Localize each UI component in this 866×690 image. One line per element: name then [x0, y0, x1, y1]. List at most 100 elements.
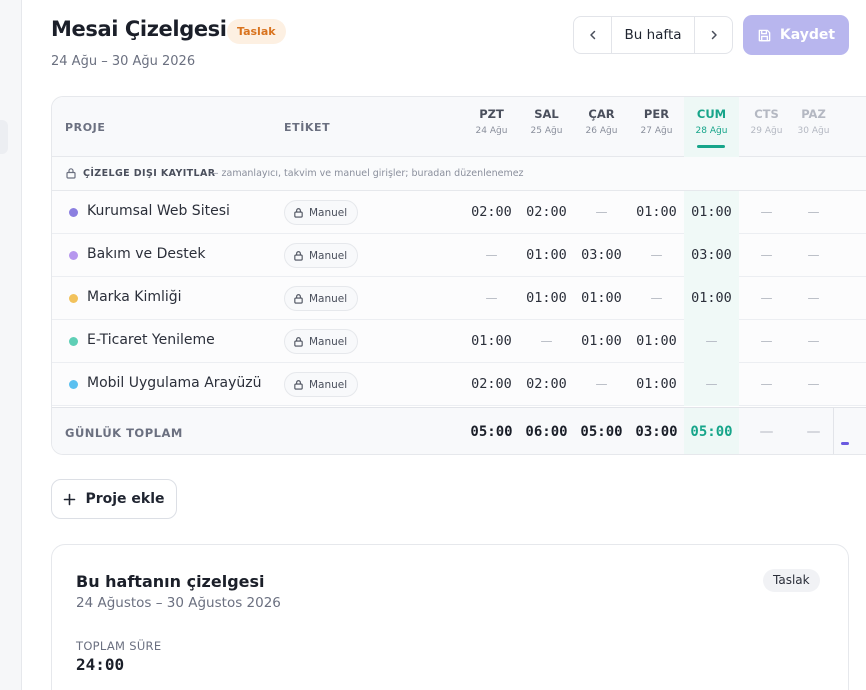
today-indicator [697, 145, 725, 148]
hours-cell: 01:00 [684, 191, 739, 234]
total-duration-value: 24:00 [76, 655, 125, 674]
save-button[interactable]: Kaydet [743, 15, 849, 55]
tag-chip: Manuel [284, 243, 359, 268]
table-row: Marka Kimliği Manuel —01:00 01:00—01:00— — [52, 277, 866, 320]
lock-icon [294, 208, 303, 218]
day-header[interactable]: SAL 25 Ağu [519, 97, 574, 157]
day-date: 28 Ağu [695, 126, 728, 136]
daily-total-cell: 06:00 [525, 424, 568, 440]
hours-cell: 01:00 [636, 204, 677, 220]
hours-cell: 01:00 [581, 333, 622, 349]
lock-icon [294, 294, 303, 304]
external-entries-section: ÇİZELGE DIŞI KAYITLAR — zamanlayıcı, tak… [52, 157, 866, 191]
table-row: Bakım ve Destek Manuel —01:00 03:00—03:00— — [52, 234, 866, 277]
lock-icon [66, 168, 76, 179]
day-name: ÇAR [588, 107, 615, 121]
chevron-right-icon [711, 30, 717, 40]
hours-cell: 02:00 [471, 376, 512, 392]
summary-title: Bu haftanın çizelgesi [76, 572, 265, 591]
hours-cell: 01:00 [526, 290, 567, 306]
add-project-button[interactable]: Proje ekle [51, 479, 177, 519]
table-row: E-Ticaret Yenileme Manuel 01:00 — 01:00 01:00… [52, 320, 866, 363]
hours-cell: 01:00 [684, 277, 739, 320]
tag-label: Manuel [309, 206, 348, 219]
project-color-dot [69, 208, 78, 217]
week-summary-card: Bu haftanın çizelgesi 24 Ağustos – 30 Ağ… [51, 544, 849, 690]
chevron-left-icon [589, 30, 595, 40]
day-name: SAL [534, 107, 559, 121]
day-header[interactable]: CUM 28 Ağu [684, 97, 739, 157]
project-name: Mobil Uygulama Arayüzü [87, 375, 262, 391]
day-date: 24 Ağu [475, 126, 508, 136]
hours-cell: 01:00 [471, 333, 512, 349]
hours-cell: — [807, 248, 820, 262]
scrollbar-thumb[interactable] [841, 442, 849, 445]
hours-cell: — [807, 291, 820, 305]
table-row: Kurumsal Web Sitesi Manuel 02:00 02:00 — 01:0… [52, 191, 866, 234]
project-color-dot [69, 251, 78, 260]
day-date: 25 Ağu [530, 126, 563, 136]
lock-icon [294, 380, 303, 390]
hours-cell: — [807, 334, 820, 348]
hours-cell: — [595, 205, 608, 219]
table-header: PROJE ETİKET PZT 24 Ağu SAL 25 Ağu ÇAR 26 Ağu… [52, 97, 866, 157]
save-button-label: Kaydet [779, 27, 836, 43]
tag-chip: Manuel [284, 286, 359, 311]
day-date: 30 Ağu [797, 126, 830, 136]
project-name: E-Ticaret Yenileme [87, 332, 215, 348]
hours-cell: — [684, 363, 739, 406]
project-name: Bakım ve Destek [87, 246, 206, 262]
tag-label: Manuel [309, 335, 348, 348]
page-title: Mesai Çizelgesi [51, 17, 227, 41]
hours-cell: 01:00 [526, 247, 567, 263]
sidebar-collapse-handle[interactable] [0, 120, 8, 154]
current-week-button[interactable]: Bu hafta [612, 17, 694, 53]
section-note: — zamanlayıcı, takvim ve manuel girişler… [209, 168, 524, 179]
hours-cell: — [485, 291, 498, 305]
hours-cell: — [540, 334, 553, 348]
day-name: CUM [696, 107, 727, 121]
summary-status-badge: Taslak [763, 569, 820, 592]
plus-icon [64, 493, 76, 505]
hours-cell: — [595, 377, 608, 391]
status-badge: Taslak [227, 19, 286, 44]
tag-label: Manuel [309, 292, 348, 305]
week-navigator: Bu hafta [573, 16, 733, 54]
hours-cell: 02:00 [526, 204, 567, 220]
column-header-tag: ETİKET [284, 121, 331, 134]
project-color-dot [69, 337, 78, 346]
project-name: Marka Kimliği [87, 289, 182, 305]
day-name: PZT [479, 107, 504, 121]
daily-total-cell: 05:00 [580, 424, 623, 440]
next-week-button[interactable] [694, 17, 732, 53]
hours-cell: — [807, 377, 820, 391]
day-header[interactable]: ÇAR 26 Ağu [574, 97, 629, 157]
tag-label: Manuel [309, 378, 348, 391]
hours-cell: 01:00 [581, 290, 622, 306]
hours-cell: — [807, 205, 820, 219]
table-row: Mobil Uygulama Arayüzü Manuel 02:00 02:00 — 0… [52, 363, 866, 406]
day-date: 26 Ağu [585, 126, 618, 136]
add-project-label: Proje ekle [85, 491, 165, 507]
project-color-dot [69, 380, 78, 389]
project-name: Kurumsal Web Sitesi [87, 203, 230, 219]
day-header[interactable]: PAZ 30 Ağu [786, 97, 841, 157]
horizontal-scroll-divider [833, 408, 834, 454]
day-header[interactable]: PER 27 Ağu [629, 97, 684, 157]
lock-icon [294, 251, 303, 261]
tag-label: Manuel [309, 249, 348, 262]
hours-cell: 01:00 [636, 333, 677, 349]
timesheet-table: PROJE ETİKET PZT 24 Ağu SAL 25 Ağu ÇAR 26 Ağu… [51, 96, 866, 455]
hours-cell: — [650, 248, 663, 262]
daily-total-row: GÜNLÜK TOPLAM 05:00 06:00 05:00 03:00 05:00—… [52, 407, 866, 454]
daily-total-cell: 05:00 [684, 408, 739, 454]
summary-date-range: 24 Ağustos – 30 Ağustos 2026 [76, 595, 281, 611]
hours-cell: — [650, 291, 663, 305]
hours-cell: 03:00 [581, 247, 622, 263]
day-name: PER [643, 107, 670, 121]
day-header[interactable]: PZT 24 Ağu [464, 97, 519, 157]
tag-chip: Manuel [284, 200, 359, 225]
lock-icon [294, 337, 303, 347]
previous-week-button[interactable] [574, 17, 612, 53]
daily-total-cell: 05:00 [470, 424, 513, 440]
